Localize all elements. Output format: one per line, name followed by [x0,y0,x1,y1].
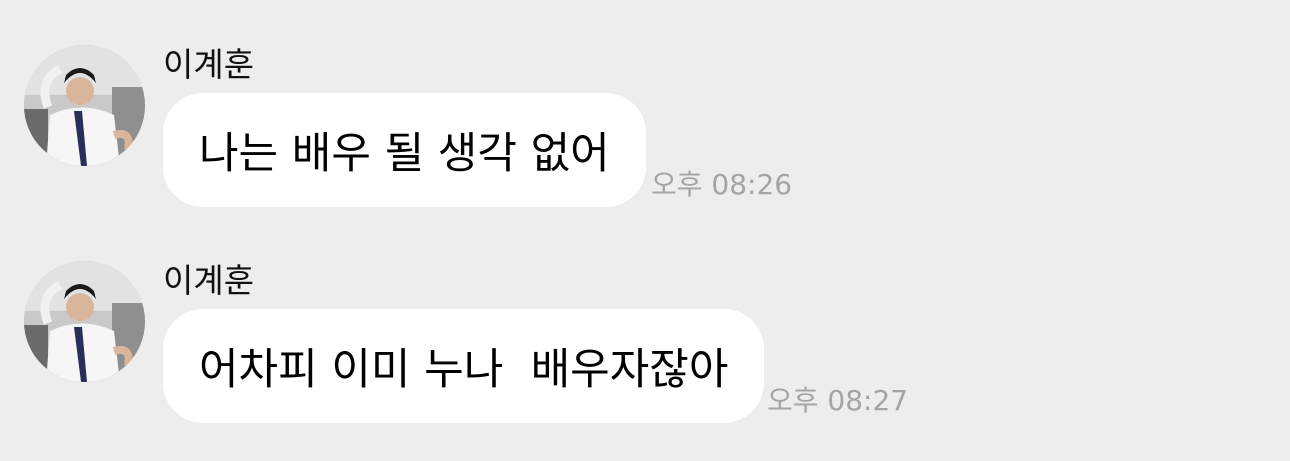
message-bubble[interactable]: 나는 배우 될 생각 없어 [163,93,646,207]
sender-name: 이계훈 [163,45,255,84]
profile-photo [24,45,145,166]
profile-photo [24,261,145,382]
message-timestamp: 오후 08:26 [651,168,793,201]
chat-message: 이계훈 어차피 이미 누나 배우자잖아 오후 08:27 [0,261,1290,431]
sender-name: 이계훈 [163,261,255,300]
avatar[interactable] [24,45,145,166]
message-bubble[interactable]: 어차피 이미 누나 배우자잖아 [163,309,765,423]
avatar[interactable] [24,261,145,382]
chat-message: 이계훈 나는 배우 될 생각 없어 오후 08:26 [0,45,1290,215]
message-timestamp: 오후 08:27 [767,384,909,417]
